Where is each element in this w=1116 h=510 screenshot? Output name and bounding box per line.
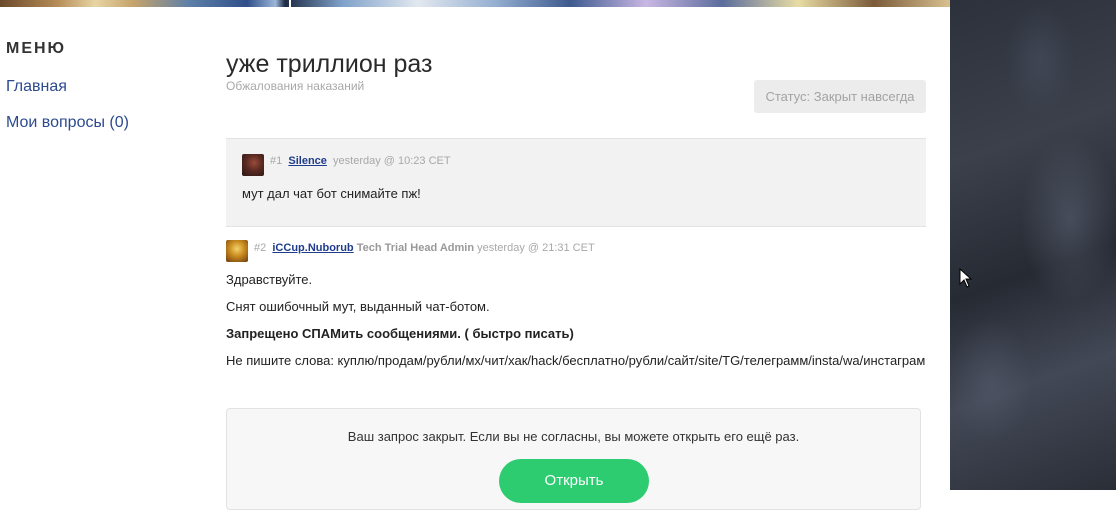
post-text: Не пишите слова: куплю/продам/рубли/мх/ч… bbox=[226, 353, 926, 368]
post-number: #1 bbox=[270, 155, 283, 167]
ticket-title: уже триллион раз bbox=[226, 50, 433, 78]
post-text: Запрещено СПАМить сообщениями. ( быстро … bbox=[226, 326, 574, 341]
sidebar-item-my-questions[interactable]: Мои вопросы (0) bbox=[6, 114, 129, 132]
post-1: #1 Silence yesterday @ 10:23 CET мут дал… bbox=[226, 138, 926, 227]
background-artwork bbox=[950, 0, 1116, 490]
post-meta: #1 Silence yesterday @ 10:23 CET bbox=[270, 155, 451, 167]
post-text: мут дал чат бот снимайте пж! bbox=[242, 186, 421, 201]
post-text: Снят ошибочный мут, выданный чат-ботом. bbox=[226, 299, 490, 314]
sidebar-item-home[interactable]: Главная bbox=[6, 78, 67, 96]
post-time: yesterday @ 21:31 CET bbox=[477, 242, 595, 254]
top-banner-image bbox=[0, 0, 950, 7]
author-role: Tech Trial Head Admin bbox=[356, 242, 475, 254]
avatar[interactable] bbox=[226, 240, 248, 262]
open-ticket-button[interactable]: Открыть bbox=[499, 459, 649, 503]
post-text: Здравствуйте. bbox=[226, 272, 313, 287]
post-number: #2 bbox=[254, 242, 267, 254]
banner-divider bbox=[289, 0, 291, 7]
mouse-cursor-icon bbox=[959, 268, 973, 288]
post-time: yesterday @ 10:23 CET bbox=[333, 155, 451, 167]
post-meta: #2 iCCup.Nuborub Tech Trial Head Admin y… bbox=[254, 242, 595, 254]
author-link[interactable]: iCCup.Nuborub bbox=[272, 242, 353, 254]
closed-notice-panel: Ваш запрос закрыт. Если вы не согласны, … bbox=[226, 408, 921, 510]
closed-message: Ваш запрос закрыт. Если вы не согласны, … bbox=[347, 429, 800, 444]
sidebar-title: МЕНЮ bbox=[6, 40, 67, 57]
avatar[interactable] bbox=[242, 154, 264, 176]
status-badge: Статус: Закрыт навсегда bbox=[754, 80, 926, 113]
ticket-category: Обжалования наказаний bbox=[226, 79, 365, 93]
author-link[interactable]: Silence bbox=[288, 155, 327, 167]
